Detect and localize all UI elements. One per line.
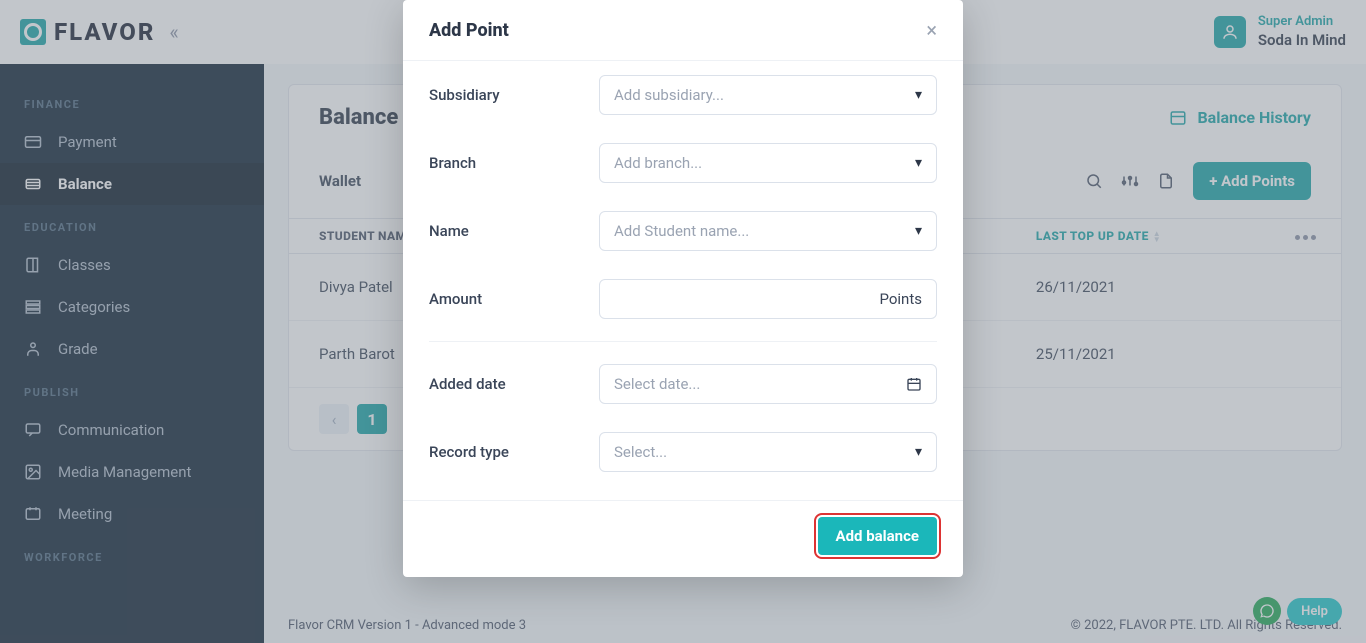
chevron-down-icon: ▾ xyxy=(915,87,922,103)
field-branch: Branch Add branch... ▾ xyxy=(429,129,937,197)
field-subsidiary: Subsidiary Add subsidiary... ▾ xyxy=(429,61,937,129)
field-record-type: Record type Select... ▾ xyxy=(429,418,937,486)
label-record-type: Record type xyxy=(429,443,579,461)
select-branch[interactable]: Add branch... ▾ xyxy=(599,143,937,183)
placeholder: Add subsidiary... xyxy=(614,86,724,104)
label-amount: Amount xyxy=(429,290,579,308)
chevron-down-icon: ▾ xyxy=(915,223,922,239)
modal-footer: Add balance xyxy=(403,500,963,577)
divider xyxy=(429,341,937,342)
field-amount: Amount Points xyxy=(429,265,937,333)
modal-overlay[interactable]: Add Point × Subsidiary Add subsidiary...… xyxy=(0,0,1366,643)
placeholder: Add branch... xyxy=(614,154,702,172)
close-icon[interactable]: × xyxy=(926,18,937,42)
input-amount[interactable]: Points xyxy=(599,279,937,319)
field-added-date: Added date Select date... xyxy=(429,350,937,418)
chevron-down-icon: ▾ xyxy=(915,444,922,460)
label-added-date: Added date xyxy=(429,375,579,393)
modal-header: Add Point × xyxy=(403,0,963,60)
placeholder: Select date... xyxy=(614,375,700,393)
input-added-date[interactable]: Select date... xyxy=(599,364,937,404)
calendar-icon xyxy=(906,376,922,392)
modal-body: Subsidiary Add subsidiary... ▾ Branch Ad… xyxy=(403,60,963,500)
add-balance-button[interactable]: Add balance xyxy=(818,517,937,555)
label-name: Name xyxy=(429,222,579,240)
placeholder: Select... xyxy=(614,443,667,461)
chevron-down-icon: ▾ xyxy=(915,155,922,171)
select-name[interactable]: Add Student name... ▾ xyxy=(599,211,937,251)
modal-title: Add Point xyxy=(429,20,509,41)
label-subsidiary: Subsidiary xyxy=(429,86,579,104)
select-subsidiary[interactable]: Add subsidiary... ▾ xyxy=(599,75,937,115)
field-name: Name Add Student name... ▾ xyxy=(429,197,937,265)
select-record-type[interactable]: Select... ▾ xyxy=(599,432,937,472)
add-point-modal: Add Point × Subsidiary Add subsidiary...… xyxy=(403,0,963,577)
placeholder: Add Student name... xyxy=(614,222,749,240)
label-branch: Branch xyxy=(429,154,579,172)
field-extra xyxy=(429,486,937,500)
amount-unit: Points xyxy=(879,290,922,308)
